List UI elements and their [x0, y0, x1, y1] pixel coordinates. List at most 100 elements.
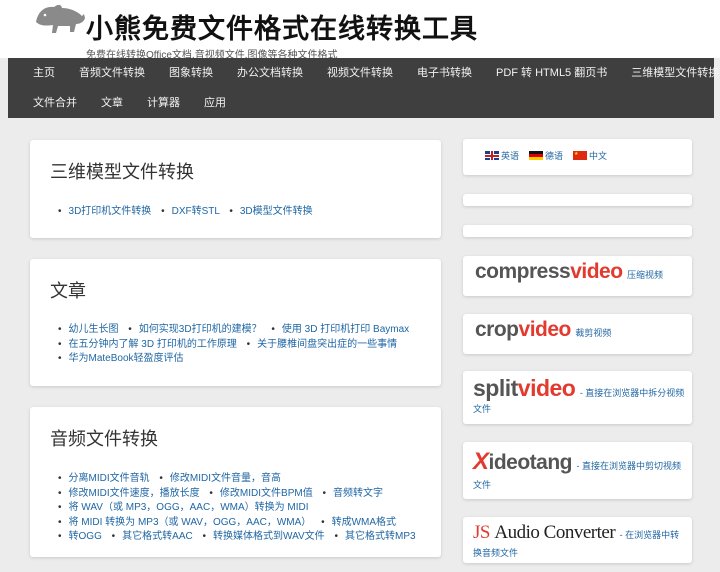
bullet-icon: • [321, 516, 325, 528]
brand-part: crop [475, 318, 519, 341]
bullet-icon: • [58, 353, 62, 365]
main-nav: 主页 音频文件转换 图象转换 办公文档转换 视频文件转换 电子书转换 PDF 转… [8, 58, 719, 118]
bullet-icon: • [159, 473, 163, 484]
sidebar-empty-panel [463, 194, 692, 206]
link-audio[interactable]: 将 WAV（或 MP3，OGG，AAC，WMA）转换为 MIDI [69, 502, 309, 513]
nav-item-3d[interactable]: 三维模型文件转换 [619, 58, 720, 88]
nav-item-office[interactable]: 办公文档转换 [225, 58, 315, 88]
app-js-audio-converter[interactable]: JS Audio Converter - 在浏览器中转换音频文件 [463, 517, 692, 563]
app-description: 压缩视频 [627, 270, 664, 280]
section-title: 三维模型文件转换 [50, 162, 194, 182]
bullet-icon: • [246, 338, 251, 350]
link-line: • 分离MIDI文件音轨 • 修改MIDI文件音量，音高 [58, 472, 416, 487]
bullet-icon: • [58, 516, 62, 528]
link-audio[interactable]: 其它格式转AAC [122, 531, 193, 542]
section-title: 文章 [50, 281, 86, 301]
link-line: • 幼儿生长图 • 如何实现3D打印机的建模？ • 使用 3D 打印机打印 Bayma… [58, 323, 409, 338]
link-dxf-stl[interactable]: DXF转STL [172, 206, 220, 217]
link-list: • 幼儿生长图 • 如何实现3D打印机的建模？ • 使用 3D 打印机打印 Bayma… [58, 323, 409, 367]
china-flag-icon [573, 151, 588, 160]
app-brand: cropvideo 裁剪视频 [475, 318, 611, 342]
bullet-icon: • [58, 502, 62, 514]
app-xideotang[interactable]: Xideotang - 直接在浏览器中剪切视频文件 [463, 442, 692, 499]
bullet-icon: • [58, 206, 62, 217]
link-article[interactable]: 关于腰椎间盘突出症的一些事情 [257, 339, 397, 350]
site-title[interactable]: 小熊免费文件格式在线转换工具 [86, 7, 478, 46]
section-audio-conversion: 音频文件转换 • 分离MIDI文件音轨 • 修改MIDI文件音量，音高 • 修改MID… [30, 407, 441, 557]
nav-item-calculator[interactable]: 计算器 [135, 88, 192, 118]
brand-part: video [517, 375, 576, 401]
lang-german[interactable]: 德语 [545, 149, 563, 162]
bullet-icon: • [322, 487, 326, 499]
nav-item-video[interactable]: 视频文件转换 [315, 58, 405, 88]
link-audio[interactable]: 分离MIDI文件音轨 [69, 473, 150, 484]
link-audio[interactable]: 音频转文字 [333, 488, 383, 499]
app-description: 裁剪视频 [575, 328, 612, 338]
link-list: • 3D打印机文件转换 • DXF转STL • 3D模型文件转换 [58, 205, 313, 220]
nav-row-2: 文件合并 文章 计算器 应用 [8, 88, 238, 118]
link-line: • 3D打印机文件转换 • DXF转STL • 3D模型文件转换 [58, 205, 313, 220]
app-splitvideo[interactable]: splitvideo - 直接在浏览器中拆分视频文件 [463, 371, 692, 424]
uk-flag-icon [485, 151, 499, 160]
app-brand: Xideotang - 直接在浏览器中剪切视频文件 [473, 448, 685, 492]
link-audio[interactable]: 转成WMA格式 [332, 517, 396, 528]
bullet-icon: • [229, 206, 233, 217]
nav-item-articles[interactable]: 文章 [89, 88, 135, 118]
app-brand: splitvideo - 直接在浏览器中拆分视频文件 [473, 375, 685, 416]
link-audio[interactable]: 转OGG [69, 531, 102, 542]
brand-part: X [473, 448, 489, 475]
link-line: • 修改MIDI文件速度，播放长度 • 修改MIDI文件BPM值 • 音频转文字 [58, 487, 416, 502]
section-articles: 文章 • 幼儿生长图 • 如何实现3D打印机的建模？ • 使用 3D 打印机打印 Ba… [30, 259, 441, 386]
bullet-icon: • [58, 487, 62, 499]
language-selector: 英语 德语 中文 [463, 139, 692, 175]
lang-english[interactable]: 英语 [501, 149, 519, 162]
bullet-icon: • [58, 324, 62, 335]
brand-part: Audio Converter [494, 522, 616, 543]
link-audio[interactable]: 修改MIDI文件音量，音高 [170, 473, 281, 484]
brand-part: ideotang [488, 451, 573, 474]
link-3d-printer[interactable]: 3D打印机文件转换 [69, 206, 152, 217]
bullet-icon: • [209, 487, 213, 499]
bullet-icon: • [271, 324, 275, 335]
bullet-icon: • [202, 531, 207, 543]
bullet-icon: • [58, 338, 62, 350]
bullet-icon: • [128, 324, 132, 335]
bullet-icon: • [111, 531, 116, 543]
link-3d-model[interactable]: 3D模型文件转换 [240, 206, 313, 217]
link-article[interactable]: 华为MateBook轻盈度评估 [69, 353, 184, 364]
nav-item-ebook[interactable]: 电子书转换 [405, 58, 484, 88]
link-audio[interactable]: 转换媒体格式到WAV文件 [213, 531, 325, 542]
nav-item-audio[interactable]: 音频文件转换 [67, 58, 157, 88]
link-list: • 分离MIDI文件音轨 • 修改MIDI文件音量，音高 • 修改MIDI文件速度，播… [58, 472, 416, 545]
app-brand: compressvideo 压缩视频 [475, 260, 663, 284]
link-article[interactable]: 在五分钟内了解 3D 打印机的工作原理 [69, 339, 237, 350]
bullet-icon: • [58, 531, 62, 543]
link-article[interactable]: 幼儿生长图 [69, 324, 119, 335]
bullet-icon: • [58, 473, 62, 484]
link-audio[interactable]: 修改MIDI文件BPM值 [220, 488, 313, 499]
link-line: • 华为MateBook轻盈度评估 [58, 352, 409, 367]
link-audio[interactable]: 修改MIDI文件速度，播放长度 [69, 488, 200, 499]
link-article[interactable]: 如何实现3D打印机的建模？ [139, 324, 262, 335]
link-line: • 转OGG • 其它格式转AAC • 转换媒体格式到WAV文件 • 其它格式转MP3 [58, 530, 416, 545]
app-brand: JS Audio Converter - 在浏览器中转换音频文件 [473, 521, 687, 560]
app-cropvideo[interactable]: cropvideo 裁剪视频 [463, 314, 692, 354]
nav-item-home[interactable]: 主页 [8, 58, 67, 88]
nav-item-merge[interactable]: 文件合并 [8, 88, 89, 118]
cat-logo-icon[interactable] [34, 2, 86, 36]
brand-part: split [473, 375, 518, 401]
nav-row-1: 主页 音频文件转换 图象转换 办公文档转换 视频文件转换 电子书转换 PDF 转… [8, 58, 720, 88]
brand-part: video [518, 318, 572, 341]
link-line: • 在五分钟内了解 3D 打印机的工作原理 • 关于腰椎间盘突出症的一些事情 [58, 338, 409, 353]
section-title: 音频文件转换 [50, 429, 158, 449]
lang-chinese[interactable]: 中文 [589, 149, 607, 162]
link-audio[interactable]: 其它格式转MP3 [345, 531, 416, 542]
link-article[interactable]: 使用 3D 打印机打印 Baymax [282, 324, 409, 335]
link-audio[interactable]: 将 MIDI 转换为 MP3（或 WAV，OGG，AAC，WMA） [69, 517, 312, 528]
site-header: 小熊免费文件格式在线转换工具 免费在线转换Office文档,音视频文件,图像等各… [0, 0, 720, 61]
app-compressvideo[interactable]: compressvideo 压缩视频 [463, 256, 692, 296]
nav-item-apps[interactable]: 应用 [192, 88, 238, 118]
nav-item-pdf-html5[interactable]: PDF 转 HTML5 翻页书 [484, 58, 619, 88]
brand-part: JS [473, 522, 490, 543]
nav-item-image[interactable]: 图象转换 [157, 58, 225, 88]
